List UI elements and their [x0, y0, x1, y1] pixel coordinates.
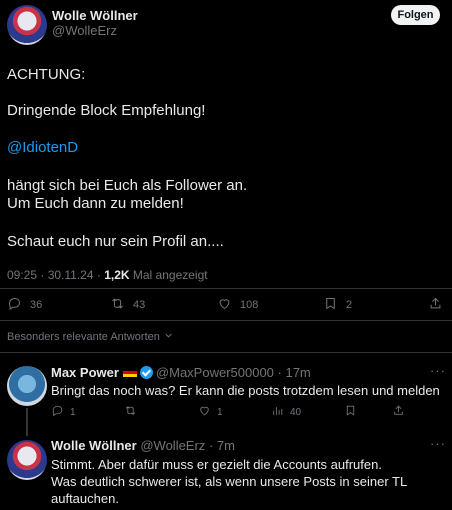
bookmark-count: 2	[346, 299, 353, 311]
reply-views-count: 40	[290, 406, 302, 418]
reply-text-line-1: Stimmt. Aber dafür muss er gezielt die A…	[51, 457, 382, 472]
more-options-icon[interactable]: ···	[430, 363, 446, 378]
reply-author-name[interactable]: Max Power	[51, 365, 119, 380]
reply-icon	[51, 404, 64, 420]
reply-author-handle[interactable]: @WolleErz	[140, 438, 205, 453]
separator	[0, 352, 452, 353]
share-icon	[392, 404, 405, 420]
reply-reply-action[interactable]: 1	[51, 404, 76, 420]
reply-text-line-2: Was deutlich schwerer ist, als wenn unse…	[51, 474, 408, 489]
post-line-4b: Um Euch dann zu melden!	[7, 195, 184, 212]
author-name[interactable]: Wolle Wöllner	[52, 8, 138, 23]
like-icon	[198, 404, 211, 420]
views-label: Mal angezeigt	[129, 268, 208, 282]
reply-avatar[interactable]	[7, 440, 47, 480]
separator	[0, 320, 452, 321]
views-icon	[271, 404, 284, 420]
post-line-5: Schaut euch nur sein Profil an....	[7, 233, 224, 250]
reply-action[interactable]: 36	[7, 296, 42, 314]
chevron-down-icon	[163, 330, 174, 344]
reply-author-name[interactable]: Wolle Wöllner	[51, 438, 137, 453]
reply-avatar[interactable]	[7, 366, 47, 406]
repost-icon	[124, 404, 137, 420]
reply-views-action[interactable]: 40	[271, 404, 301, 420]
bookmark-icon	[344, 404, 357, 420]
share-action[interactable]	[428, 296, 443, 314]
reply-header: Wolle Wöllner @WolleErz · 7m	[51, 438, 235, 453]
reply-text-line-3: auftauchen.	[51, 491, 119, 506]
post-line-1: ACHTUNG:	[7, 66, 86, 83]
post-timestamp[interactable]: 09:25 · 30.11.24 ·	[7, 268, 104, 282]
post-line-4a: hängt sich bei Euch als Follower an.	[7, 177, 248, 194]
repost-count: 43	[133, 299, 146, 311]
separator	[0, 288, 452, 289]
post-meta: 09:25 · 30.11.24 · 1,2K Mal angezeigt	[7, 268, 208, 282]
reply-text: Bringt das noch was? Er kann die posts t…	[51, 383, 440, 398]
author-avatar[interactable]	[7, 5, 47, 45]
like-action[interactable]: 108	[217, 296, 258, 314]
like-icon	[217, 296, 232, 314]
reply-time[interactable]: · 7m	[209, 438, 235, 453]
reply-bookmark-action[interactable]	[344, 404, 357, 420]
post-line-2: Dringende Block Empfehlung!	[7, 102, 206, 119]
thread-line	[26, 408, 28, 436]
reply-like-count: 1	[217, 406, 223, 418]
reply-like-action[interactable]: 1	[198, 404, 223, 420]
sort-label: Besonders relevante Antworten	[7, 331, 160, 343]
share-icon	[428, 296, 443, 314]
views-count: 1,2K	[104, 268, 130, 282]
flag-germany-icon	[122, 368, 137, 377]
repost-icon	[110, 296, 125, 314]
reply-time[interactable]: · 17m	[278, 365, 311, 380]
verified-badge-icon	[139, 366, 153, 379]
reply-author-handle[interactable]: @MaxPower500000	[156, 365, 274, 380]
follow-button[interactable]: Folgen	[391, 5, 440, 25]
author-handle[interactable]: @WolleErz	[52, 23, 117, 38]
sort-selector[interactable]: Besonders relevante Antworten	[7, 330, 174, 344]
more-options-icon[interactable]: ···	[430, 436, 446, 451]
reply-icon	[7, 296, 22, 314]
bookmark-icon	[323, 296, 338, 314]
bookmark-action[interactable]: 2	[323, 296, 352, 314]
reply-header: Max Power @MaxPower500000 · 17m	[51, 365, 311, 380]
like-count: 108	[240, 299, 259, 311]
mention-link[interactable]: @IdiotenD	[7, 138, 78, 157]
reply-share-action[interactable]	[392, 404, 405, 420]
repost-action[interactable]: 43	[110, 296, 145, 314]
reply-reply-count: 1	[70, 406, 76, 418]
reply-repost-action[interactable]	[124, 404, 137, 420]
reply-count: 36	[30, 299, 43, 311]
